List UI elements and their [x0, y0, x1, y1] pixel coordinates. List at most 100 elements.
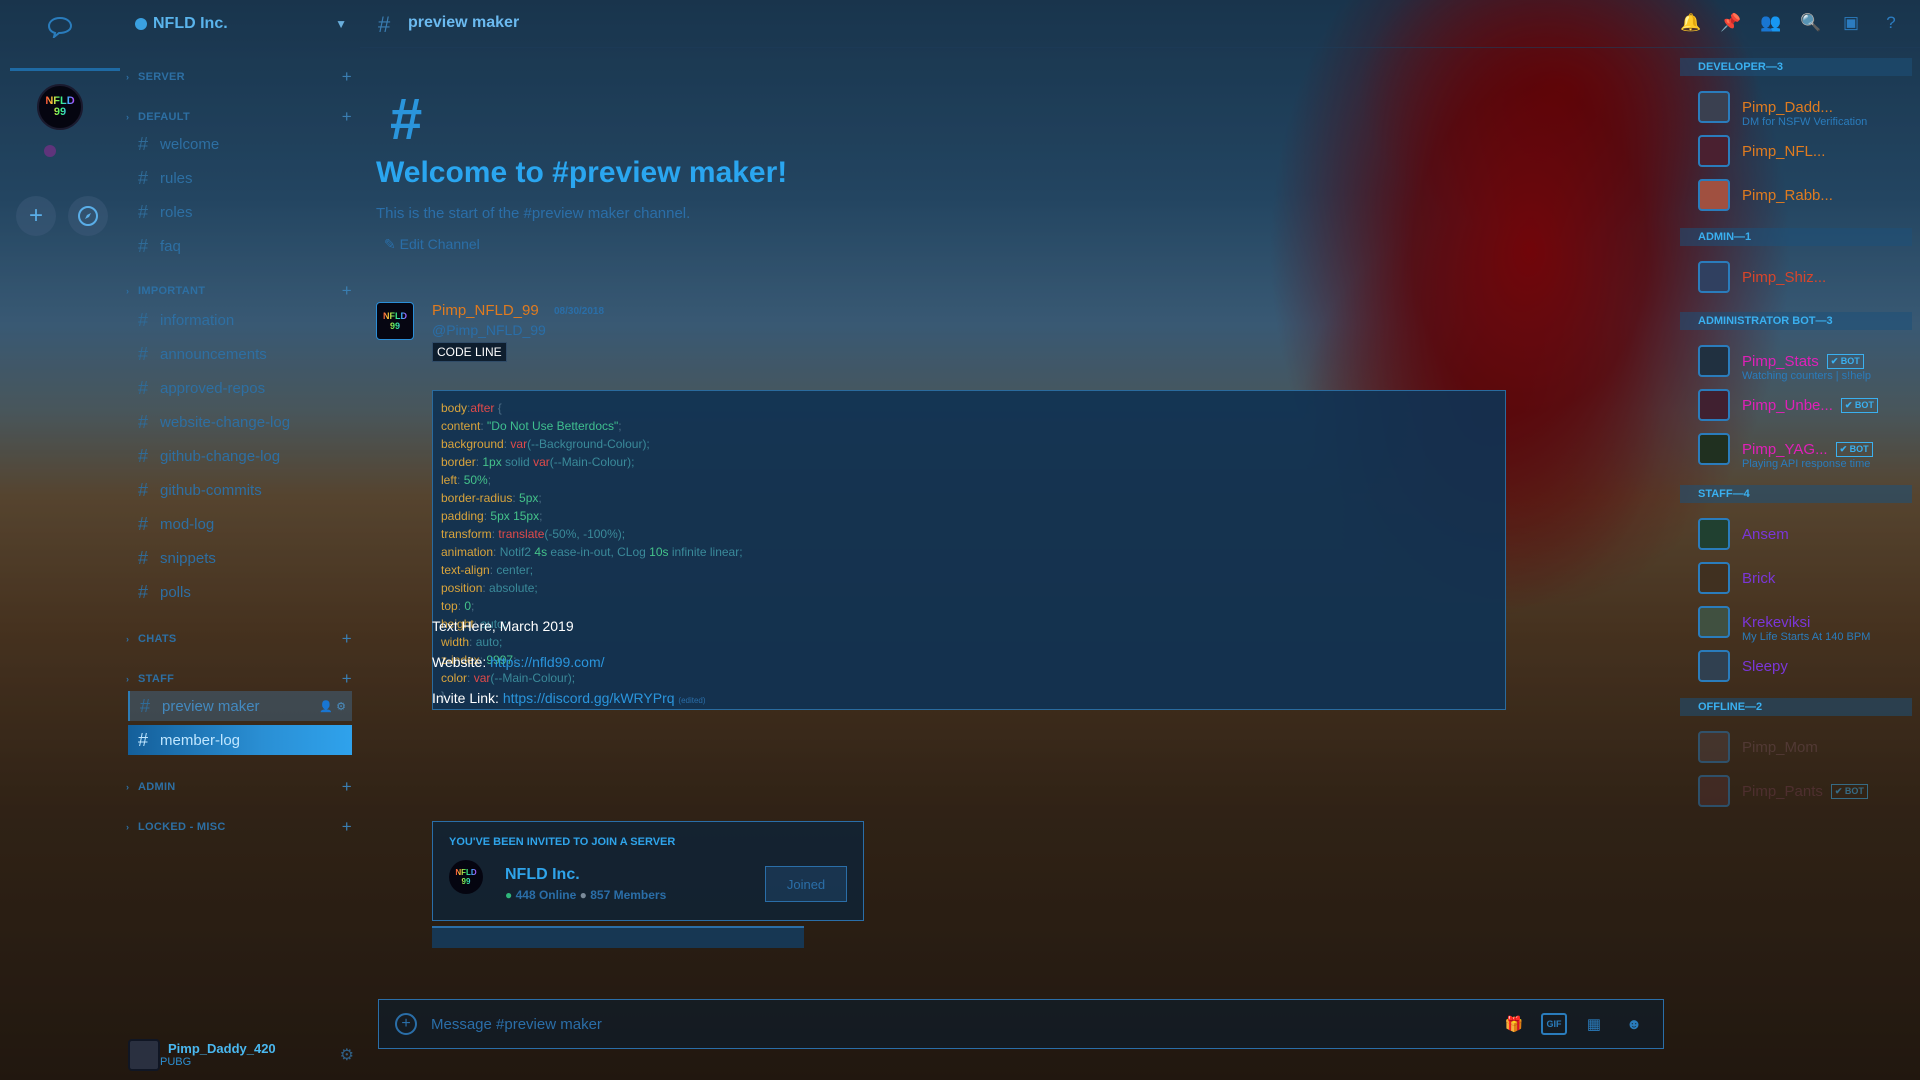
- invite-link[interactable]: https://discord.gg/kWRYPrq: [503, 690, 675, 706]
- channel-item[interactable]: # roles: [128, 197, 352, 227]
- category-header[interactable]: › CHATS +: [126, 629, 352, 649]
- channel-item[interactable]: # website-change-log: [128, 407, 352, 437]
- code-token: translate: [498, 527, 545, 541]
- user-status: PUBG: [160, 1056, 192, 1068]
- pin-icon[interactable]: 📌: [1720, 12, 1742, 34]
- member-group-header: ADMIN—1: [1680, 228, 1912, 246]
- edit-channel-link[interactable]: ✎ Edit Channel: [384, 236, 480, 253]
- category-header[interactable]: › LOCKED - MISC +: [126, 817, 352, 837]
- bell-icon[interactable]: 🔔: [1680, 12, 1702, 34]
- message-mention[interactable]: @Pimp_NFLD_99: [432, 322, 546, 338]
- website-link[interactable]: https://nfld99.com/: [490, 654, 604, 670]
- category-header[interactable]: › SERVER +: [126, 67, 352, 87]
- add-channel-icon[interactable]: +: [342, 281, 352, 301]
- invite-icon[interactable]: 👤 ⚙: [319, 700, 346, 713]
- invite-label: Invite Link:: [432, 690, 503, 706]
- add-channel-icon[interactable]: +: [342, 669, 352, 689]
- home-chat-icon[interactable]: [47, 16, 73, 38]
- gif-icon[interactable]: GIF: [1541, 1013, 1567, 1035]
- attach-plus-icon[interactable]: +: [395, 1013, 417, 1035]
- channel-item[interactable]: # faq: [128, 231, 352, 261]
- members-icon[interactable]: 👥: [1760, 12, 1782, 34]
- caret-icon: ›: [126, 112, 130, 122]
- category-header[interactable]: › STAFF +: [126, 669, 352, 689]
- member-item[interactable]: Pimp_Unbe... ✔ BOT: [1698, 388, 1908, 422]
- member-item[interactable]: Pimp_Rabb...: [1698, 178, 1908, 212]
- member-item[interactable]: Ansem: [1698, 517, 1908, 551]
- channel-item[interactable]: # github-change-log: [128, 441, 352, 471]
- add-channel-icon[interactable]: +: [342, 67, 352, 87]
- emoji-icon[interactable]: ☻: [1621, 1013, 1647, 1035]
- server-header[interactable]: NFLD Inc. ▼: [135, 12, 355, 36]
- category-header[interactable]: › ADMIN +: [126, 777, 352, 797]
- hash-icon: #: [138, 133, 149, 154]
- add-channel-icon[interactable]: +: [342, 107, 352, 127]
- add-channel-icon[interactable]: +: [342, 629, 352, 649]
- code-token: (-50%, -100%);: [544, 527, 626, 541]
- channel-item[interactable]: # github-commits: [128, 475, 352, 505]
- add-channel-icon[interactable]: +: [342, 777, 352, 797]
- member-item[interactable]: Pimp_Shiz...: [1698, 260, 1908, 294]
- member-item[interactable]: Pimp_Dadd... DM for NSFW Verification: [1698, 90, 1908, 128]
- member-name: Krekeviksi: [1742, 613, 1811, 631]
- code-token: border-radius: [441, 491, 513, 505]
- member-item[interactable]: Brick: [1698, 561, 1908, 595]
- category-header[interactable]: › IMPORTANT +: [126, 281, 352, 301]
- channel-item[interactable]: # polls: [128, 577, 352, 607]
- bot-badge: ✔ BOT: [1826, 353, 1864, 369]
- channel-item[interactable]: # member-log: [128, 725, 352, 755]
- member-item[interactable]: Sleepy: [1698, 649, 1908, 683]
- hash-icon: #: [138, 309, 149, 330]
- channel-item[interactable]: # rules: [128, 163, 352, 193]
- invite-joined-button[interactable]: Joined: [765, 866, 847, 902]
- message-author[interactable]: Pimp_NFLD_99: [432, 302, 539, 319]
- inbox-icon[interactable]: ▣: [1840, 12, 1862, 34]
- hash-icon: #: [138, 411, 149, 432]
- message-avatar[interactable]: NFLD 99: [376, 302, 414, 340]
- channel-item[interactable]: # information: [128, 305, 352, 335]
- add-channel-icon[interactable]: +: [342, 817, 352, 837]
- code-token: ;: [471, 599, 475, 613]
- gear-icon[interactable]: ⚙: [340, 1045, 354, 1065]
- gift-icon[interactable]: 🎁: [1501, 1013, 1527, 1035]
- channel-item[interactable]: # welcome: [128, 129, 352, 159]
- code-token: auto;: [475, 635, 503, 649]
- channel-item[interactable]: # preview maker 👤 ⚙: [128, 691, 352, 721]
- sticker-icon[interactable]: ▦: [1581, 1013, 1607, 1035]
- channel-item[interactable]: # announcements: [128, 339, 352, 369]
- member-item[interactable]: Pimp_Pants ✔ BOT: [1698, 774, 1908, 808]
- code-token: {: [494, 401, 502, 415]
- server-icon-nfld[interactable]: NFLD 99: [37, 84, 83, 130]
- invite-server-name: NFLD Inc.: [505, 866, 580, 883]
- channel-item[interactable]: # approved-repos: [128, 373, 352, 403]
- add-server-button[interactable]: +: [16, 196, 56, 236]
- channel-item[interactable]: # snippets: [128, 543, 352, 573]
- chevron-down-icon: ▼: [335, 17, 347, 31]
- category-header[interactable]: › DEFAULT +: [126, 107, 352, 127]
- user-avatar[interactable]: [128, 1039, 160, 1071]
- help-icon[interactable]: ?: [1880, 12, 1902, 34]
- channel-label: announcements: [160, 345, 267, 363]
- member-avatar: [1698, 91, 1730, 123]
- member-item[interactable]: Krekeviksi My Life Starts At 140 BPM: [1698, 605, 1908, 643]
- message-input[interactable]: Message #preview maker: [431, 1016, 602, 1033]
- member-item[interactable]: Pimp_YAG... ✔ BOT Playing API response tim…: [1698, 432, 1908, 470]
- member-avatar: [1698, 518, 1730, 550]
- member-item[interactable]: Pimp_NFL...: [1698, 134, 1908, 168]
- member-group-header: ADMINISTRATOR BOT—3: [1680, 312, 1912, 330]
- channel-header-bar: # preview maker 🔔 📌 👥 🔍 ▣ ?: [360, 0, 1920, 48]
- code-token: background: [441, 437, 504, 451]
- channel-item[interactable]: # mod-log: [128, 509, 352, 539]
- code-token: color: [441, 671, 468, 685]
- code-token: 1px: [482, 455, 502, 469]
- search-icon[interactable]: 🔍: [1800, 12, 1822, 34]
- code-line: left: 50%;: [441, 471, 1497, 489]
- compass-icon: [78, 206, 98, 226]
- member-name: Pimp_Stats: [1742, 352, 1819, 370]
- member-item[interactable]: Pimp_Stats ✔ BOT Watching counters | s!hel…: [1698, 344, 1908, 382]
- explore-servers-button[interactable]: [68, 196, 108, 236]
- member-avatar: [1698, 345, 1730, 377]
- header-toolbar: 🔔 📌 👥 🔍 ▣ ?: [1680, 12, 1902, 34]
- code-token: var: [510, 437, 528, 451]
- member-item[interactable]: Pimp_Mom: [1698, 730, 1908, 764]
